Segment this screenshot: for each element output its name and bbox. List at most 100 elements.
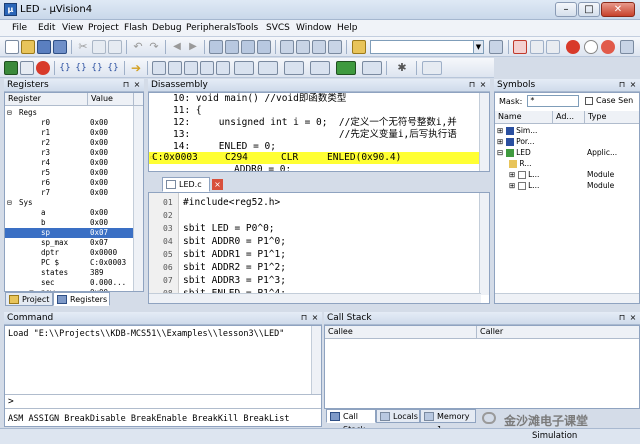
code-line[interactable]: sbit ADDR1 = P1^1; <box>183 249 286 261</box>
maximize-button[interactable]: □ <box>578 2 600 17</box>
column-callee[interactable]: Callee <box>325 326 477 339</box>
enable-breakpoint-icon[interactable] <box>546 40 560 54</box>
nav-back-icon[interactable]: ◀ <box>170 40 184 54</box>
tab-registers[interactable]: Registers <box>53 292 110 306</box>
pin-icon[interactable]: ⊓ <box>617 80 627 90</box>
reset-icon[interactable] <box>4 61 18 75</box>
copy-icon[interactable] <box>92 40 106 54</box>
pin-icon[interactable]: ⊓ <box>121 80 131 90</box>
code-line[interactable]: sbit ADDR3 = P1^3; <box>183 275 286 287</box>
command-scrollbar[interactable] <box>311 326 321 394</box>
menu-peripherals[interactable]: Peripherals <box>186 23 236 33</box>
register-row[interactable]: a 0x00 <box>5 208 135 218</box>
disable-breakpoints-icon[interactable] <box>584 40 598 54</box>
kill-breakpoints-icon[interactable] <box>601 40 615 54</box>
new-file-icon[interactable] <box>5 40 19 54</box>
disassembly-window-icon[interactable] <box>168 61 182 75</box>
menu-svcs[interactable]: SVCS <box>266 23 290 33</box>
code-line[interactable]: sbit ADDR0 = P1^0; <box>183 236 286 248</box>
comment-icon[interactable] <box>312 40 326 54</box>
register-row[interactable]: sec 0.000... <box>5 278 135 288</box>
trace-window-icon[interactable] <box>336 61 356 75</box>
tab-locals[interactable]: Locals <box>376 409 420 423</box>
close-button[interactable]: ✕ <box>601 2 635 17</box>
configure-icon[interactable] <box>620 40 634 54</box>
register-row[interactable]: dptr 0x0000 <box>5 248 135 258</box>
pin-icon[interactable]: ⊓ <box>467 80 477 90</box>
close-icon[interactable]: × <box>310 313 320 323</box>
run-icon[interactable] <box>20 61 34 75</box>
unindent-icon[interactable] <box>296 40 310 54</box>
pin-icon[interactable]: ⊓ <box>299 313 309 323</box>
register-row[interactable]: r0 0x00 <box>5 118 135 128</box>
close-icon[interactable]: × <box>478 80 488 90</box>
step-out-icon[interactable]: {} <box>90 61 104 75</box>
symbol-row[interactable]: ⊟ LED <box>497 148 531 157</box>
find-combo[interactable]: ▼ <box>370 40 484 54</box>
tab-memory-1[interactable]: Memory 1 <box>420 409 476 434</box>
breakpoint-icon[interactable] <box>566 40 580 54</box>
editor-scrollbar-vertical[interactable] <box>479 193 489 295</box>
close-icon[interactable]: × <box>132 80 142 90</box>
register-row[interactable]: r4 0x00 <box>5 158 135 168</box>
menu-debug[interactable]: Debug <box>152 23 182 33</box>
serial-window-icon[interactable] <box>284 61 304 75</box>
menu-flash[interactable]: Flash <box>124 23 148 33</box>
column-register[interactable]: Register <box>5 93 88 106</box>
column-type[interactable]: Type <box>585 111 639 124</box>
uncomment-icon[interactable] <box>328 40 342 54</box>
memory-window-icon[interactable] <box>258 61 278 75</box>
save-all-icon[interactable] <box>53 40 67 54</box>
step-over-icon[interactable]: {} <box>74 61 88 75</box>
register-group[interactable]: ⊟ Sys <box>5 198 135 208</box>
watch-window-icon[interactable] <box>234 61 254 75</box>
stop-icon[interactable] <box>36 61 50 75</box>
close-tab-icon[interactable]: × <box>212 179 223 190</box>
minimize-button[interactable]: – <box>555 2 577 17</box>
current-instruction-row[interactable]: ⇨ C:0x0003 C294 CLR ENLED(0x90.4) <box>149 152 479 164</box>
menu-tools[interactable]: Tools <box>236 23 258 33</box>
close-icon[interactable]: × <box>628 80 638 90</box>
menu-help[interactable]: Help <box>337 23 358 33</box>
symbols-scrollbar[interactable] <box>495 293 639 303</box>
case-sensitive-checkbox[interactable] <box>585 97 593 105</box>
code-line[interactable]: sbit ADDR2 = P1^2; <box>183 262 286 274</box>
redo-icon[interactable]: ↷ <box>147 40 161 54</box>
register-row[interactable]: r3 0x00 <box>5 148 135 158</box>
symbol-row[interactable]: ⊞ L... <box>509 181 539 190</box>
undo-icon[interactable]: ↶ <box>131 40 145 54</box>
command-window-icon[interactable] <box>152 61 166 75</box>
menu-view[interactable]: View <box>62 23 83 33</box>
save-icon[interactable] <box>37 40 51 54</box>
register-row[interactable]: r1 0x00 <box>5 128 135 138</box>
next-bookmark-icon[interactable] <box>241 40 255 54</box>
menu-edit[interactable]: Edit <box>38 23 55 33</box>
toolbox-icon[interactable]: ✱ <box>392 61 412 75</box>
tab-led-c[interactable]: LED.c <box>162 177 210 192</box>
tab-project[interactable]: Project <box>5 292 53 306</box>
register-row[interactable]: PC $ C:0x0003 <box>5 258 135 268</box>
bookmark-icon[interactable] <box>209 40 223 54</box>
register-row-selected[interactable]: sp 0x07 <box>5 228 135 238</box>
tab-call-stack[interactable]: Call Stack <box>326 409 376 434</box>
symbol-row[interactable]: R... <box>509 159 532 168</box>
nav-forward-icon[interactable]: ▶ <box>186 40 200 54</box>
menu-file[interactable]: File <box>12 23 27 33</box>
debug-restore-views-icon[interactable] <box>422 61 442 75</box>
debug-session-icon[interactable] <box>513 40 527 54</box>
editor-scrollbar-horizontal[interactable] <box>149 293 481 303</box>
mask-input[interactable]: * <box>527 95 579 107</box>
column-caller[interactable]: Caller <box>477 326 639 339</box>
autocomplete-list[interactable]: ASM ASSIGN BreakDisable BreakEnable Brea… <box>8 413 289 425</box>
system-viewer-icon[interactable] <box>362 61 382 75</box>
prev-bookmark-icon[interactable] <box>225 40 239 54</box>
register-row[interactable]: r7 0x00 <box>5 188 135 198</box>
run-to-cursor-icon[interactable]: {} <box>106 61 120 75</box>
register-row[interactable]: states 389 <box>5 268 135 278</box>
column-address[interactable]: Ad... <box>553 111 585 124</box>
register-row[interactable]: r2 0x00 <box>5 138 135 148</box>
register-row[interactable]: r6 0x00 <box>5 178 135 188</box>
chevron-down-icon[interactable]: ▼ <box>473 41 483 53</box>
register-group[interactable]: ⊟ Regs <box>5 108 135 118</box>
indent-icon[interactable] <box>280 40 294 54</box>
